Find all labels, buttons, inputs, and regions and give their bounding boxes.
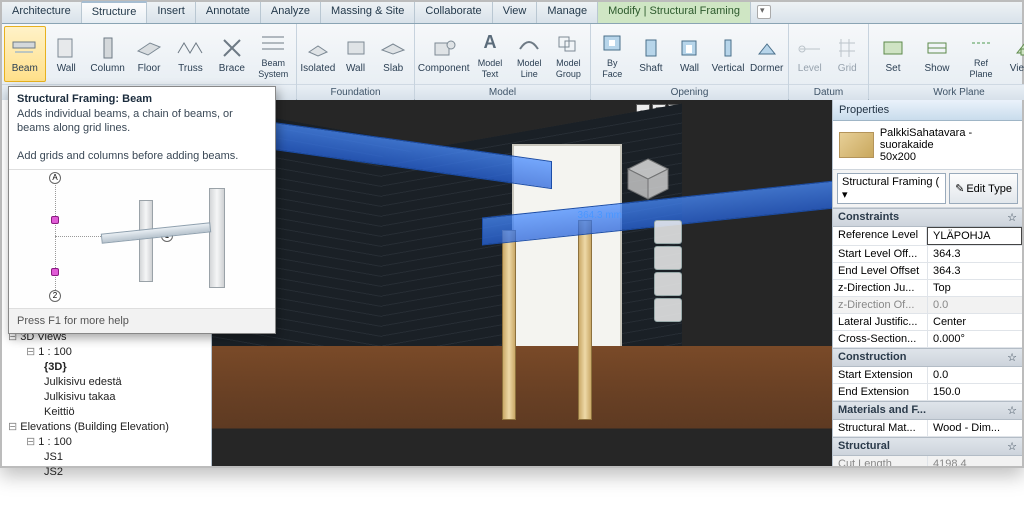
end-offset-field[interactable]: 364.3 bbox=[928, 263, 1022, 279]
brace-button[interactable]: Brace bbox=[211, 26, 252, 82]
panel-model-title: Model bbox=[415, 84, 590, 100]
panel-workplane-title: Work Plane bbox=[869, 84, 1024, 100]
ribbon-tabs: Architecture Structure Insert Annotate A… bbox=[2, 2, 1022, 24]
family-name: PalkkiSahatavara - suorakaide bbox=[880, 127, 1016, 151]
level-button[interactable]: Level bbox=[791, 26, 829, 82]
tooltip-f1: Press F1 for more help bbox=[9, 309, 275, 333]
tree-julkisivu-edesta[interactable]: Julkisivu edestä bbox=[8, 375, 207, 390]
tab-modify-structural-framing[interactable]: Modify | Structural Framing bbox=[598, 2, 751, 23]
tab-massing-site[interactable]: Massing & Site bbox=[321, 2, 415, 23]
tree-js2[interactable]: JS2 bbox=[8, 465, 207, 480]
isolated-button[interactable]: Isolated bbox=[299, 26, 337, 82]
start-offset-field[interactable]: 364.3 bbox=[928, 246, 1022, 262]
zdir-just-field[interactable]: Top bbox=[928, 280, 1022, 296]
type-preview[interactable]: PalkkiSahatavara - suorakaide 50x200 bbox=[833, 121, 1022, 170]
browser-tree: ⊟ 3D Views ⊟ 1 : 100 {3D} Julkisivu edes… bbox=[8, 330, 207, 480]
type-size: 50x200 bbox=[880, 151, 1016, 163]
panel-foundation-title: Foundation bbox=[297, 84, 414, 100]
column-button[interactable]: Column bbox=[87, 26, 128, 82]
tab-manage[interactable]: Manage bbox=[537, 2, 598, 23]
project-browser[interactable]: Structural Framing: Beam Adds individual… bbox=[2, 100, 212, 466]
tooltip-diagram: A 1 2 bbox=[9, 169, 275, 309]
viewcube-icon[interactable] bbox=[624, 155, 672, 203]
lateral-just-field[interactable]: Center bbox=[928, 314, 1022, 330]
tab-collaborate[interactable]: Collaborate bbox=[415, 2, 492, 23]
dormer-button[interactable]: Dormer bbox=[747, 26, 786, 82]
show-button[interactable]: Show bbox=[915, 26, 959, 82]
by-face-button[interactable]: ByFace bbox=[593, 26, 632, 82]
properties-header: Properties bbox=[833, 100, 1022, 121]
tooltip-line2: Add grids and columns before adding beam… bbox=[9, 141, 275, 169]
shaft-button[interactable]: Shaft bbox=[632, 26, 671, 82]
tree-keittio[interactable]: Keittiö bbox=[8, 405, 207, 420]
end-ext-field[interactable]: 150.0 bbox=[928, 384, 1022, 400]
type-thumb-icon bbox=[839, 132, 874, 158]
tab-view[interactable]: View bbox=[493, 2, 538, 23]
truss-button[interactable]: Truss bbox=[170, 26, 211, 82]
slab-button[interactable]: Slab bbox=[374, 26, 412, 82]
tab-annotate[interactable]: Annotate bbox=[196, 2, 261, 23]
component-button[interactable]: Component bbox=[417, 26, 470, 82]
set-button[interactable]: Set bbox=[871, 26, 915, 82]
tree-js1[interactable]: JS1 bbox=[8, 450, 207, 465]
material-field[interactable]: Wood - Dim... bbox=[928, 420, 1022, 436]
tab-structure[interactable]: Structure bbox=[82, 1, 148, 23]
struct-wall-button[interactable]: Wall bbox=[46, 26, 87, 82]
panel-datum-title: Datum bbox=[789, 84, 868, 100]
beam-tooltip: Structural Framing: Beam Adds individual… bbox=[8, 86, 276, 334]
tab-options-icon[interactable] bbox=[757, 5, 771, 19]
properties-palette: Properties PalkkiSahatavara - suorakaide… bbox=[832, 100, 1022, 466]
tooltip-title: Structural Framing: Beam bbox=[9, 87, 275, 107]
cross-section-field[interactable]: 0.000° bbox=[928, 331, 1022, 347]
found-wall-button[interactable]: Wall bbox=[337, 26, 375, 82]
panel-opening-title: Opening bbox=[591, 84, 788, 100]
type-selector[interactable]: Structural Framing ( ▾ bbox=[837, 173, 946, 204]
model-line-button[interactable]: ModelLine bbox=[510, 26, 549, 82]
dim-label: 364.3 mm bbox=[578, 210, 622, 221]
tab-architecture[interactable]: Architecture bbox=[2, 2, 82, 23]
floor-button[interactable]: Floor bbox=[128, 26, 169, 82]
tooltip-line1: Adds individual beams, a chain of beams,… bbox=[9, 107, 275, 141]
property-grid[interactable]: Constraints☆ Reference LevelYLÄPOHJA Sta… bbox=[833, 208, 1022, 466]
beam-system-button[interactable]: BeamSystem bbox=[253, 26, 294, 82]
tab-analyze[interactable]: Analyze bbox=[261, 2, 321, 23]
ref-plane-button[interactable]: RefPlane bbox=[959, 26, 1003, 82]
model-group-button[interactable]: ModelGroup bbox=[549, 26, 588, 82]
ref-level-field[interactable]: YLÄPOHJA bbox=[927, 227, 1022, 245]
grid-button[interactable]: Grid bbox=[829, 26, 867, 82]
vertical-button[interactable]: Vertical bbox=[709, 26, 748, 82]
start-ext-field[interactable]: 0.0 bbox=[928, 367, 1022, 383]
tree-julkisivu-takaa[interactable]: Julkisivu takaa bbox=[8, 390, 207, 405]
3d-viewport[interactable]: – ▢ × 364.3 mm bbox=[212, 100, 832, 466]
opening-wall-button[interactable]: Wall bbox=[670, 26, 709, 82]
tab-insert[interactable]: Insert bbox=[147, 2, 196, 23]
navbar[interactable] bbox=[654, 220, 682, 322]
viewer-button[interactable]: Viewer bbox=[1003, 26, 1024, 82]
beam-button[interactable]: Beam bbox=[4, 26, 46, 82]
tree-3d-view[interactable]: {3D} bbox=[8, 360, 207, 375]
model-text-button[interactable]: AModelText bbox=[470, 26, 509, 82]
edit-type-button[interactable]: ✎ Edit Type bbox=[949, 173, 1018, 204]
